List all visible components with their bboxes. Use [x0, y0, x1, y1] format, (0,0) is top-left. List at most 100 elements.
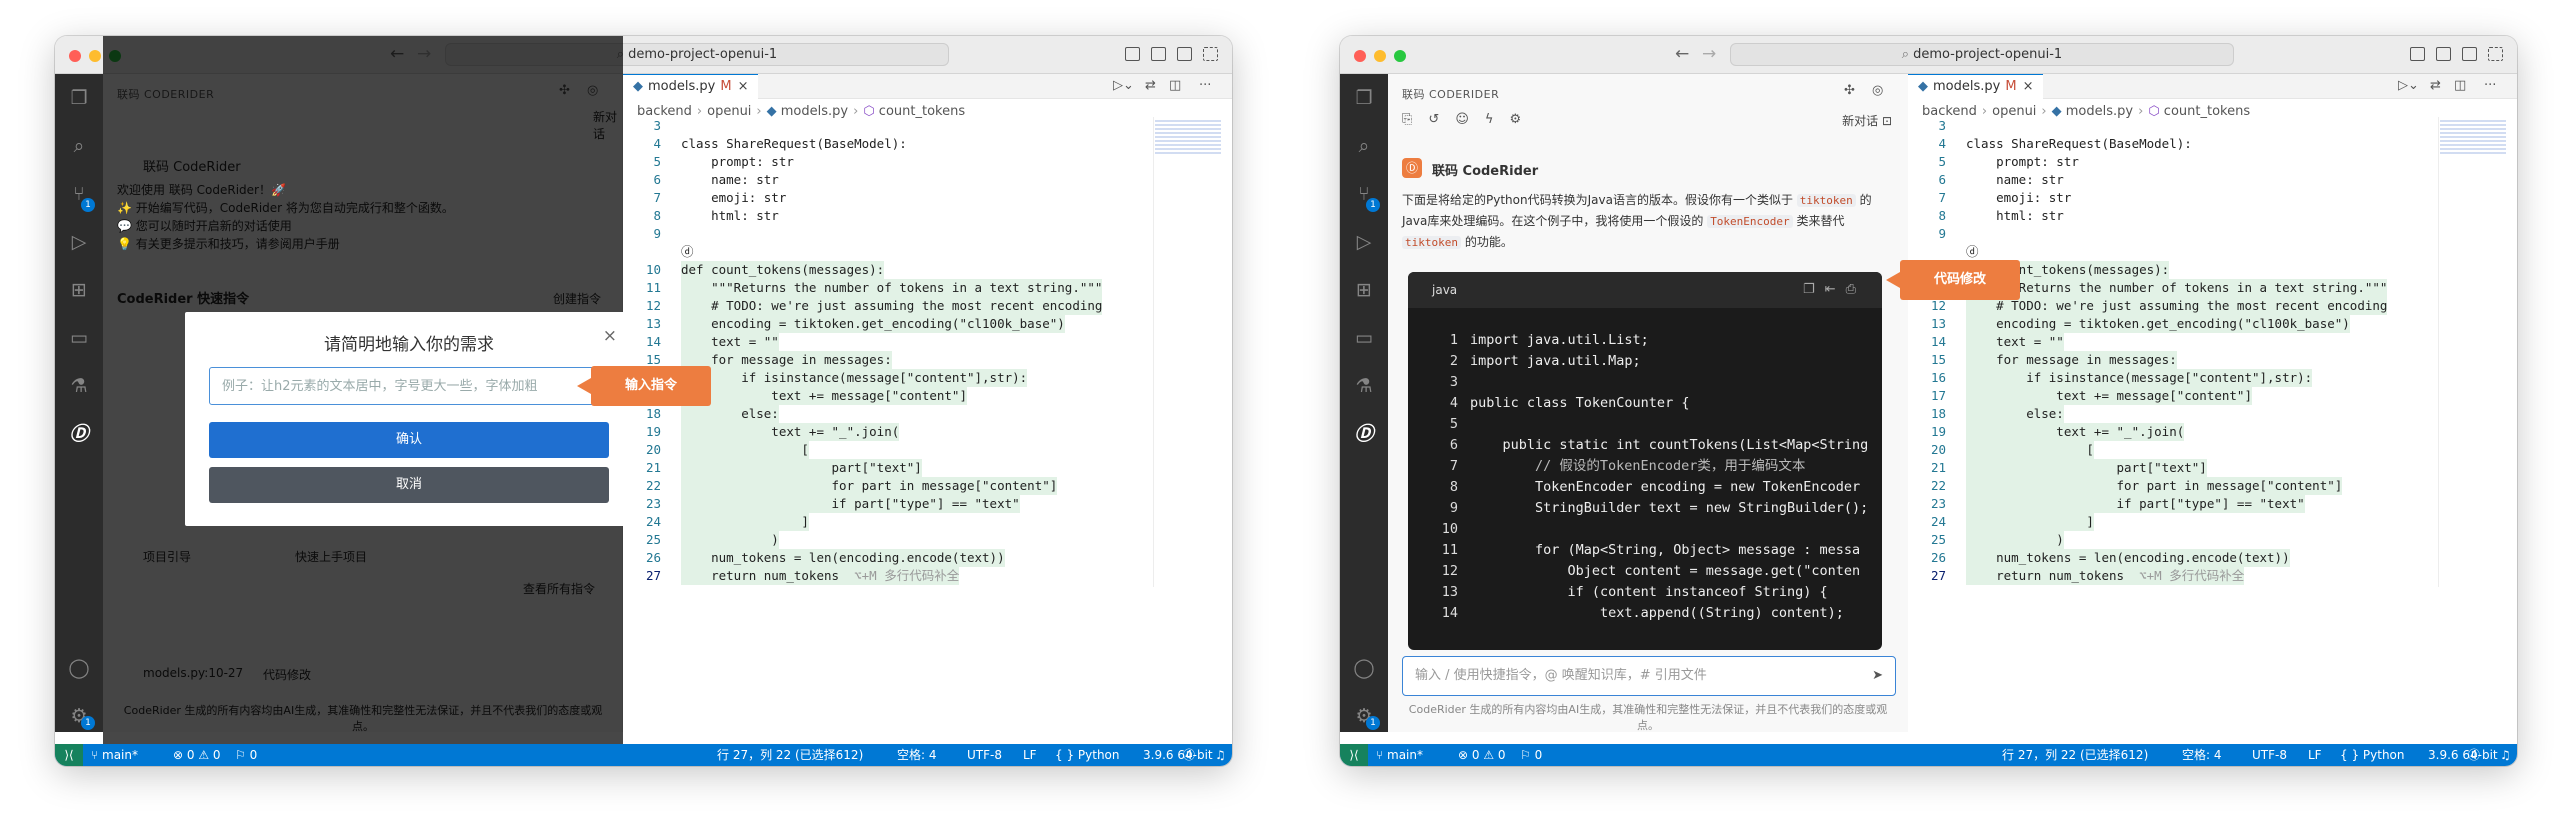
indentation[interactable]: 空格: 4 [897, 744, 937, 766]
branch-item[interactable]: ⑂ main* [1376, 744, 1423, 766]
code-text: if part["type"] == "text" [1966, 495, 2305, 513]
end-of-line[interactable]: LF [1023, 744, 1037, 766]
history-icon[interactable]: ↺ [1428, 112, 1439, 127]
ports-item[interactable]: ⚐ 0 [235, 744, 257, 766]
remote-explorer-icon[interactable]: ▭ [1352, 326, 1376, 350]
cursor-position[interactable]: 行 27，列 22 (已选择612) [717, 744, 863, 766]
end-of-line[interactable]: LF [2308, 744, 2322, 766]
compare-icon[interactable]: ⇄ [2430, 78, 2441, 93]
interpreter[interactable]: 3.9.6 64-bit [2428, 744, 2498, 766]
confirm-button[interactable]: 确认 [209, 422, 609, 458]
chat-history-icon[interactable]: ⎘ [1402, 112, 1412, 127]
tab-models-py[interactable]: ◆ models.py M × [623, 74, 758, 99]
extensions-icon[interactable]: ⊞ [67, 278, 91, 302]
customize-layout-icon[interactable] [1203, 47, 1218, 61]
remote-icon[interactable]: ⟩⟨ [55, 744, 83, 766]
tab-bar: ◆ models.py M × ▷⌄ ⇄ ◫ ··· [623, 74, 1232, 99]
tab-models-py[interactable]: ◆ models.py M × [1908, 74, 2043, 99]
close-tab-icon[interactable]: × [738, 79, 749, 94]
close-window-button[interactable] [69, 50, 81, 62]
copy-icon[interactable]: ❐ [1803, 282, 1825, 297]
chat-input[interactable]: 输入 / 使用快捷指令，@ 唤醒知识库，# 引用文件 ➤ [1402, 656, 1896, 696]
code-line: 21 part["text"] [623, 459, 1183, 477]
toggle-sidebar-icon[interactable] [1125, 47, 1140, 61]
run-debug-icon[interactable]: ▷ [67, 230, 91, 254]
toggle-secondary-sidebar-icon[interactable] [2462, 47, 2477, 61]
search-icon[interactable]: ⌕ [1352, 134, 1376, 158]
accounts-icon[interactable]: ◯ [67, 656, 91, 680]
close-icon[interactable]: × [603, 326, 617, 346]
extensions-icon[interactable]: ⊞ [1352, 278, 1376, 302]
customize-layout-icon[interactable] [2488, 47, 2503, 61]
zoom-window-button[interactable] [1394, 50, 1406, 62]
explorer-icon[interactable]: ❐ [1352, 86, 1376, 110]
cat-icon[interactable]: ☺ [1455, 112, 1469, 127]
code-text: prompt: str [1966, 154, 2079, 169]
back-arrow-icon[interactable]: ← [1675, 44, 1689, 64]
line-number: 13 [1930, 316, 1946, 331]
run-icon[interactable]: ▷⌄ [2398, 78, 2419, 93]
interpreter[interactable]: 3.9.6 64-bit [1143, 744, 1213, 766]
manage-badge: 1 [1366, 716, 1380, 730]
minimap[interactable] [1155, 120, 1221, 156]
problems-item[interactable]: ⊗ 0 ⚠ 0 [1458, 744, 1506, 766]
more-actions-icon[interactable]: ··· [1199, 78, 1211, 93]
remote-explorer-icon[interactable]: ▭ [67, 326, 91, 350]
file-encoding[interactable]: UTF-8 [2252, 744, 2287, 766]
split-editor-icon[interactable]: ◫ [2454, 78, 2466, 93]
minimize-window-button[interactable] [89, 50, 101, 62]
accounts-icon[interactable]: ◯ [1352, 656, 1376, 680]
coderider-status-icon[interactable]: Ⓓ [1183, 744, 1195, 766]
testing-icon[interactable]: ⚗ [67, 374, 91, 398]
indentation[interactable]: 空格: 4 [2182, 744, 2222, 766]
code-area[interactable]: 3 4 class ShareRequest(BaseModel): 5 prompt… [623, 117, 1183, 585]
settings-gear-icon[interactable]: ⚙ [1509, 112, 1521, 127]
toggle-panel-icon[interactable] [2436, 47, 2451, 61]
notifications-icon[interactable]: ♫ [2500, 744, 2511, 766]
compare-icon[interactable]: ⇄ [1145, 78, 1156, 93]
insert-icon[interactable]: ⇤ [1825, 282, 1846, 297]
branch-item[interactable]: ⑂ main* [91, 744, 138, 766]
testing-icon[interactable]: ⚗ [1352, 374, 1376, 398]
language-mode[interactable]: { } Python [2340, 744, 2405, 766]
cursor-position[interactable]: 行 27，列 22 (已选择612) [2002, 744, 2148, 766]
minimize-window-button[interactable] [1374, 50, 1386, 62]
command-center[interactable]: ⌕demo-project-openui-1 [1730, 43, 2234, 66]
toggle-secondary-sidebar-icon[interactable] [1177, 47, 1192, 61]
code-text: part["text"] [1966, 459, 2207, 477]
explorer-icon[interactable]: ❐ [67, 86, 91, 110]
run-debug-icon[interactable]: ▷ [1352, 230, 1376, 254]
requirement-input[interactable] [209, 367, 609, 405]
remote-icon[interactable]: ⟩⟨ [1340, 744, 1368, 766]
lightning-icon[interactable]: ϟ [1485, 112, 1494, 127]
coderider-icon[interactable]: Ⓓ [1352, 422, 1376, 446]
ports-item[interactable]: ⚐ 0 [1520, 744, 1542, 766]
new-file-icon[interactable]: ⎙ [1846, 282, 1866, 297]
cancel-button[interactable]: 取消 [209, 467, 609, 503]
account-icon[interactable]: ◎ [1872, 83, 1883, 98]
toggle-sidebar-icon[interactable] [2410, 47, 2425, 61]
code-area[interactable]: 3 4 class ShareRequest(BaseModel): 5 prompt… [1908, 117, 2468, 585]
line-number: 7 [1449, 458, 1458, 474]
new-chat-button[interactable]: 新对话 ⊡ [1842, 112, 1892, 129]
sparkle-icon[interactable]: ✣ [1844, 83, 1855, 98]
toggle-panel-icon[interactable] [1151, 47, 1166, 61]
notifications-icon[interactable]: ♫ [1215, 744, 1226, 766]
split-editor-icon[interactable]: ◫ [1169, 78, 1181, 93]
close-window-button[interactable] [1354, 50, 1366, 62]
coderider-status-icon[interactable]: Ⓓ [2468, 744, 2480, 766]
coderider-icon[interactable]: Ⓓ [67, 422, 91, 446]
close-tab-icon[interactable]: × [2023, 79, 2034, 94]
chat-toolbar: ⎘ ↺ ☺ ϟ ⚙ [1402, 112, 1537, 127]
more-actions-icon[interactable]: ··· [2484, 78, 2496, 93]
problems-item[interactable]: ⊗ 0 ⚠ 0 [173, 744, 221, 766]
file-encoding[interactable]: UTF-8 [967, 744, 1002, 766]
language-mode[interactable]: { } Python [1055, 744, 1120, 766]
run-icon[interactable]: ▷⌄ [1113, 78, 1134, 93]
send-icon[interactable]: ➤ [1872, 657, 1883, 695]
code-line: 11 """Returns the number of tokens in a … [623, 279, 1183, 297]
dim-tip-1: ✨ 开始编写代码，CodeRider 将为您自动完成行和整个函数。 [117, 201, 454, 215]
forward-arrow-icon[interactable]: → [1702, 44, 1716, 64]
minimap[interactable] [2440, 120, 2506, 156]
search-icon[interactable]: ⌕ [67, 134, 91, 158]
